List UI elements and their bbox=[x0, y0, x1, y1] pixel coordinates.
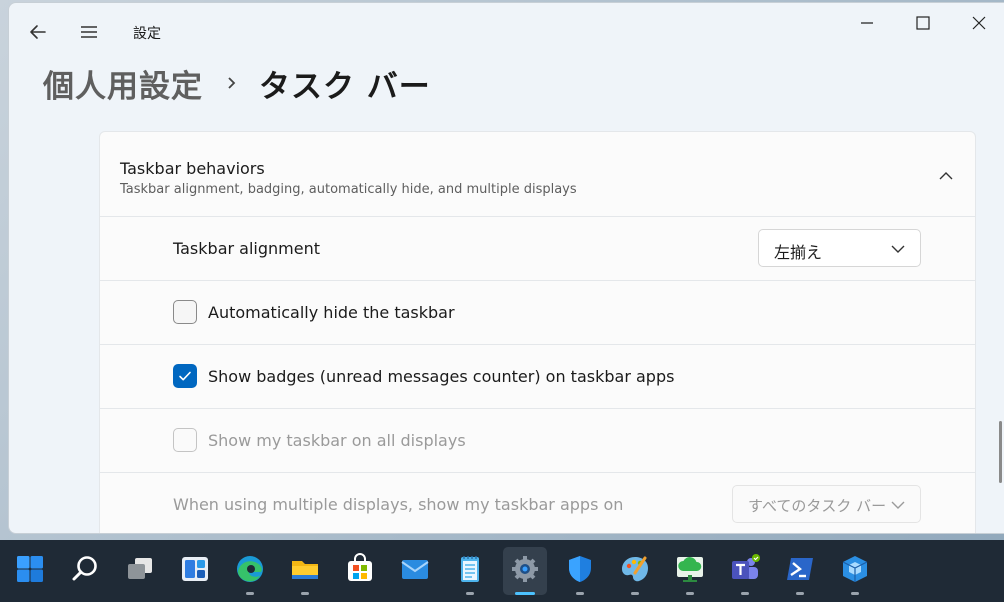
close-icon[interactable] bbox=[964, 11, 994, 35]
cloud-app-icon bbox=[677, 557, 703, 582]
taskbar-file-explorer[interactable] bbox=[283, 547, 327, 595]
taskbar bbox=[0, 540, 1004, 602]
settings-window: 設定 個人用設定 タスク バー Taskbar behaviors Taskba… bbox=[8, 2, 1004, 534]
multi-display-dropdown[interactable]: すべてのタスク バー bbox=[732, 485, 921, 523]
taskbar-behaviors-section: Taskbar behaviors Taskbar alignment, bad… bbox=[99, 131, 976, 533]
back-arrow-icon[interactable] bbox=[27, 21, 49, 43]
multi-display-value: すべてのタスク バー bbox=[748, 497, 887, 515]
chevron-down-icon bbox=[891, 245, 905, 253]
taskbar-notepad[interactable] bbox=[448, 547, 492, 595]
taskbar-powershell[interactable] bbox=[778, 547, 822, 595]
checkmark-icon bbox=[179, 371, 191, 381]
taskbar-security[interactable] bbox=[558, 547, 602, 595]
widgets-icon bbox=[182, 557, 208, 581]
breadcrumb: 個人用設定 タスク バー bbox=[43, 58, 431, 108]
badges-row: Show badges (unread messages counter) on… bbox=[99, 345, 976, 409]
hyper-v-icon bbox=[842, 556, 868, 582]
badges-checkbox[interactable] bbox=[173, 364, 197, 388]
auto-hide-row: Automatically hide the taskbar bbox=[99, 281, 976, 345]
paint-icon bbox=[622, 556, 648, 582]
taskbar-search[interactable] bbox=[63, 547, 107, 595]
alignment-label: Taskbar alignment bbox=[173, 239, 320, 258]
taskbar-store[interactable] bbox=[338, 547, 382, 595]
running-indicator bbox=[851, 592, 859, 595]
running-indicator bbox=[576, 592, 584, 595]
breadcrumb-parent[interactable]: 個人用設定 bbox=[43, 61, 203, 106]
all-displays-label: Show my taskbar on all displays bbox=[208, 431, 466, 450]
taskbar-settings[interactable] bbox=[503, 547, 547, 595]
running-indicator bbox=[466, 592, 474, 595]
alignment-value: 左揃え bbox=[774, 243, 823, 262]
taskbar-mail[interactable] bbox=[393, 547, 437, 595]
running-indicator bbox=[246, 592, 254, 595]
mail-icon bbox=[401, 560, 429, 579]
vertical-scrollbar[interactable] bbox=[999, 421, 1002, 483]
taskbar-hyper-v[interactable] bbox=[833, 547, 877, 595]
settings-icon bbox=[512, 556, 538, 582]
active-indicator bbox=[515, 592, 535, 595]
windows-start-icon bbox=[17, 556, 43, 582]
running-indicator bbox=[686, 592, 694, 595]
multi-display-label: When using multiple displays, show my ta… bbox=[173, 495, 624, 514]
alignment-dropdown[interactable]: 左揃え bbox=[758, 229, 921, 267]
running-indicator bbox=[631, 592, 639, 595]
running-indicator bbox=[796, 592, 804, 595]
section-subtitle: Taskbar alignment, badging, automaticall… bbox=[120, 182, 577, 197]
badges-label[interactable]: Show badges (unread messages counter) on… bbox=[208, 367, 674, 386]
auto-hide-checkbox[interactable] bbox=[173, 300, 197, 324]
store-icon bbox=[348, 553, 372, 581]
alignment-row: Taskbar alignment 左揃え bbox=[99, 217, 976, 281]
all-displays-row: Show my taskbar on all displays bbox=[99, 409, 976, 473]
security-shield-icon bbox=[569, 556, 591, 582]
search-icon bbox=[72, 556, 97, 581]
running-indicator bbox=[741, 592, 749, 595]
taskbar-task-view[interactable] bbox=[118, 547, 162, 595]
multi-display-row: When using multiple displays, show my ta… bbox=[99, 473, 976, 533]
taskbar-edge[interactable] bbox=[228, 547, 272, 595]
chevron-up-icon[interactable] bbox=[938, 168, 954, 184]
auto-hide-label[interactable]: Automatically hide the taskbar bbox=[208, 303, 455, 322]
notepad-icon bbox=[461, 556, 479, 582]
minimize-icon[interactable] bbox=[852, 11, 882, 35]
app-title: 設定 bbox=[133, 26, 161, 42]
hamburger-menu-icon[interactable] bbox=[78, 21, 100, 43]
teams-icon bbox=[732, 554, 760, 579]
page-title: タスク バー bbox=[259, 68, 431, 105]
section-title: Taskbar behaviors bbox=[120, 159, 265, 178]
edge-icon bbox=[237, 556, 263, 582]
taskbar-cloud-app[interactable] bbox=[668, 547, 712, 595]
chevron-down-icon bbox=[891, 501, 905, 509]
title-bar: 設定 bbox=[9, 3, 1004, 51]
all-displays-checkbox[interactable] bbox=[173, 428, 197, 452]
taskbar-start[interactable] bbox=[8, 547, 52, 595]
taskbar-paint[interactable] bbox=[613, 547, 657, 595]
section-header[interactable]: Taskbar behaviors Taskbar alignment, bad… bbox=[99, 131, 976, 217]
running-indicator bbox=[301, 592, 309, 595]
powershell-icon bbox=[787, 558, 813, 580]
taskbar-teams[interactable] bbox=[723, 547, 767, 595]
file-explorer-icon bbox=[292, 561, 318, 579]
task-view-icon bbox=[128, 558, 152, 579]
chevron-right-icon bbox=[228, 77, 236, 89]
maximize-icon[interactable] bbox=[908, 11, 938, 35]
taskbar-widgets[interactable] bbox=[173, 547, 217, 595]
